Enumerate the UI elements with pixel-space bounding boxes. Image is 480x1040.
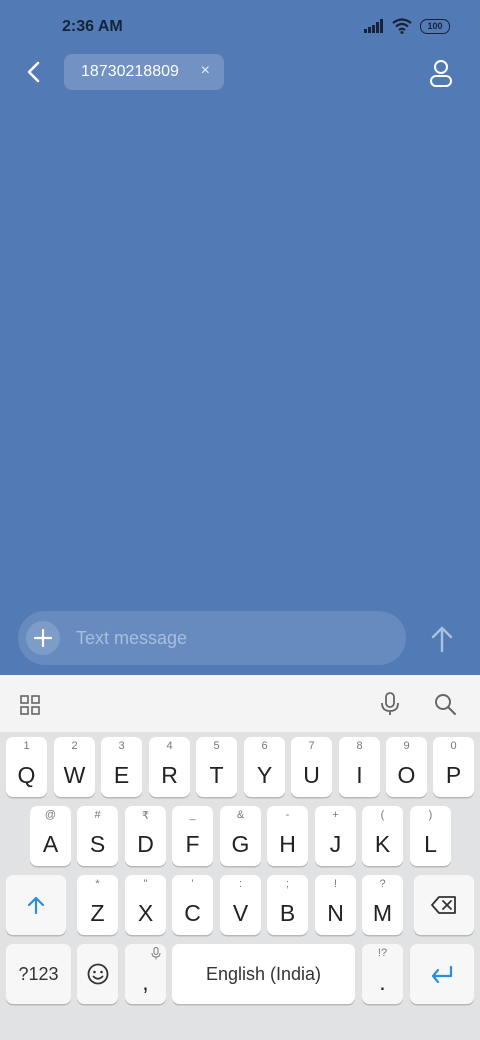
shift-key[interactable]	[6, 875, 66, 935]
key-l[interactable]: ) L	[410, 806, 451, 866]
key-f[interactable]: _ F	[172, 806, 213, 866]
search-icon[interactable]	[434, 693, 456, 715]
key-d[interactable]: ₹ D	[125, 806, 166, 866]
back-button[interactable]	[20, 58, 48, 86]
key-s[interactable]: # S	[77, 806, 118, 866]
status-icons: 100	[364, 18, 450, 34]
comma-key[interactable]: ,	[125, 944, 166, 1004]
key-a[interactable]: @ A	[30, 806, 71, 866]
message-composer[interactable]: Text message	[18, 611, 406, 665]
enter-icon	[431, 965, 453, 983]
keyboard: 1Q 2W 3E 4R 5T 6Y 7U 8I 9O 0P @ A # S ₹ D _…	[0, 732, 480, 1040]
contact-icon	[430, 60, 452, 87]
key-p[interactable]: 0P	[433, 737, 474, 797]
remove-recipient-icon[interactable]: ×	[201, 62, 210, 80]
symbols-key[interactable]: ?123	[6, 944, 71, 1004]
apps-grid-icon[interactable]	[20, 695, 40, 715]
back-arrow-icon	[27, 61, 40, 83]
key-h[interactable]: -H	[267, 806, 308, 866]
key-q[interactable]: 1Q	[6, 737, 47, 797]
key-i[interactable]: 8I	[339, 737, 380, 797]
space-key[interactable]: English (India)	[172, 944, 355, 1004]
key-b[interactable]: ; B	[267, 875, 308, 935]
emoji-key[interactable]	[77, 944, 118, 1004]
plus-icon	[34, 629, 52, 647]
key-j[interactable]: + J	[315, 806, 356, 866]
key-y[interactable]: 6Y	[244, 737, 285, 797]
send-button[interactable]	[428, 624, 456, 654]
status-bar: 2:36 AM 100	[0, 0, 480, 56]
microphone-icon[interactable]	[380, 692, 400, 716]
conversation-header: 18730218809 ×	[0, 52, 480, 92]
key-w[interactable]: 2W	[54, 737, 95, 797]
key-e[interactable]: 3E	[101, 737, 142, 797]
key-x[interactable]: " X	[125, 875, 166, 935]
key-z[interactable]: * Z	[77, 875, 118, 935]
emoji-icon	[87, 963, 108, 985]
enter-key[interactable]	[410, 944, 474, 1004]
keyboard-toolbar	[0, 675, 480, 732]
attach-button[interactable]	[26, 621, 60, 655]
add-contact-button[interactable]	[426, 58, 456, 88]
shift-arrow-icon	[27, 896, 45, 915]
key-c[interactable]: ' C	[172, 875, 213, 935]
key-g[interactable]: & G	[220, 806, 261, 866]
backspace-icon	[431, 896, 456, 914]
key-m[interactable]: ? M	[362, 875, 403, 935]
recipient-chip[interactable]: 18730218809 ×	[64, 54, 224, 90]
backspace-key[interactable]	[414, 875, 474, 935]
key-r[interactable]: 4R	[149, 737, 190, 797]
signal-icon	[364, 19, 383, 33]
key-n[interactable]: ! N	[315, 875, 356, 935]
key-o[interactable]: 9O	[386, 737, 427, 797]
send-arrow-icon	[431, 626, 453, 653]
message-input[interactable]: Text message	[76, 628, 187, 649]
key-t[interactable]: 5T	[196, 737, 237, 797]
period-key[interactable]: !? .	[362, 944, 403, 1004]
small-mic-icon	[151, 947, 161, 960]
battery-icon: 100	[420, 18, 450, 34]
key-k[interactable]: (K	[362, 806, 403, 866]
wifi-icon	[392, 18, 412, 34]
key-u[interactable]: 7U	[291, 737, 332, 797]
recipient-number: 18730218809	[81, 63, 179, 80]
key-v[interactable]: :V	[220, 875, 261, 935]
status-time: 2:36 AM	[62, 18, 123, 35]
